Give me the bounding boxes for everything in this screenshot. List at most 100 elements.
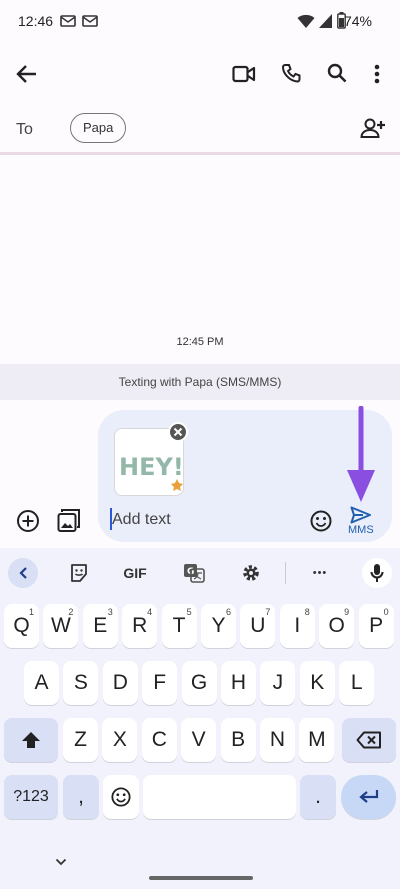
enter-icon bbox=[358, 789, 380, 805]
enter-key[interactable] bbox=[341, 775, 396, 819]
key-q[interactable]: Q1 bbox=[4, 604, 39, 648]
key-label: S bbox=[73, 671, 88, 694]
space-key[interactable] bbox=[143, 775, 296, 819]
key-hint: 9 bbox=[344, 607, 350, 617]
key-i[interactable]: I8 bbox=[279, 604, 315, 648]
backspace-icon bbox=[356, 731, 382, 749]
gif-button[interactable]: GIF bbox=[118, 558, 152, 588]
key-r[interactable]: R4 bbox=[122, 604, 158, 648]
key-o[interactable]: O9 bbox=[319, 604, 355, 648]
key-a[interactable]: A bbox=[24, 661, 59, 705]
emoji-key[interactable] bbox=[103, 775, 139, 819]
sticker-icon[interactable] bbox=[66, 558, 92, 588]
keyboard: GIF G ••• ?123 , . Q1W2E3R4T5Y6U7I8O9P0A… bbox=[0, 548, 400, 889]
settings-icon[interactable] bbox=[238, 558, 264, 588]
key-label: A bbox=[34, 671, 49, 694]
remove-attachment-button[interactable] bbox=[168, 422, 188, 442]
status-time: 12:46 bbox=[18, 13, 54, 29]
key-d[interactable]: D bbox=[102, 661, 138, 705]
key-t[interactable]: T5 bbox=[161, 604, 197, 648]
key-label: J bbox=[272, 671, 284, 694]
key-label: O bbox=[328, 614, 345, 637]
key-hint: 6 bbox=[225, 607, 231, 617]
emoji-icon bbox=[111, 787, 131, 807]
add-attachment-icon[interactable] bbox=[16, 509, 40, 533]
key-label: D bbox=[112, 671, 128, 694]
key-u[interactable]: U7 bbox=[240, 604, 276, 648]
notification-icon bbox=[60, 14, 76, 28]
key-n[interactable]: N bbox=[260, 718, 295, 762]
message-input[interactable]: Add text bbox=[112, 511, 171, 529]
to-label: To bbox=[16, 121, 33, 138]
backspace-key[interactable] bbox=[342, 718, 396, 762]
key-l[interactable]: L bbox=[339, 661, 375, 705]
key-z[interactable]: Z bbox=[63, 718, 98, 762]
key-g[interactable]: G bbox=[181, 661, 217, 705]
phone-call-icon[interactable] bbox=[281, 63, 301, 83]
gallery-icon[interactable] bbox=[57, 508, 81, 534]
send-icon[interactable] bbox=[350, 506, 372, 524]
key-label: Y bbox=[211, 614, 226, 637]
key-label: T bbox=[172, 614, 186, 637]
key-k[interactable]: K bbox=[299, 661, 335, 705]
key-hint: 5 bbox=[186, 607, 192, 617]
voice-input-icon[interactable] bbox=[362, 558, 392, 588]
keyboard-collapse-button[interactable] bbox=[8, 558, 38, 588]
video-call-icon[interactable] bbox=[232, 65, 256, 83]
search-icon[interactable] bbox=[327, 63, 347, 83]
key-e[interactable]: E3 bbox=[82, 604, 118, 648]
key-s[interactable]: S bbox=[63, 661, 99, 705]
more-tools-button[interactable]: ••• bbox=[306, 558, 334, 588]
conversation-timestamp: 12:45 PM bbox=[176, 336, 224, 348]
key-label: E bbox=[93, 614, 108, 637]
more-options-icon[interactable] bbox=[374, 64, 380, 84]
key-label: C bbox=[151, 728, 167, 751]
key-m[interactable]: M bbox=[299, 718, 335, 762]
chevron-down-icon[interactable] bbox=[55, 858, 67, 866]
header-divider bbox=[0, 152, 400, 155]
add-person-icon[interactable] bbox=[360, 118, 386, 138]
back-arrow-icon[interactable] bbox=[16, 64, 38, 84]
key-label: X bbox=[112, 728, 127, 751]
key-c[interactable]: C bbox=[141, 718, 177, 762]
key-label: P bbox=[369, 614, 384, 637]
key-label: N bbox=[269, 728, 286, 751]
comma-key[interactable]: , bbox=[63, 775, 99, 819]
key-h[interactable]: H bbox=[221, 661, 256, 705]
key-label: F bbox=[153, 671, 167, 694]
period-key[interactable]: . bbox=[300, 775, 336, 819]
key-label: G bbox=[190, 671, 208, 694]
recipient-chip[interactable]: Papa bbox=[70, 113, 127, 143]
symbols-key[interactable]: ?123 bbox=[4, 775, 58, 819]
key-b[interactable]: B bbox=[220, 718, 256, 762]
key-p[interactable]: P0 bbox=[358, 604, 394, 648]
key-f[interactable]: F bbox=[142, 661, 178, 705]
key-w[interactable]: W2 bbox=[43, 604, 79, 648]
battery-percent: 74% bbox=[343, 13, 372, 29]
key-label: V bbox=[191, 728, 206, 751]
key-label: W bbox=[50, 614, 71, 637]
signal-icon bbox=[318, 13, 333, 29]
emoji-icon[interactable] bbox=[310, 510, 332, 532]
wifi-icon bbox=[297, 13, 315, 29]
send-mms-label: MMS bbox=[348, 524, 374, 536]
shift-key[interactable] bbox=[4, 718, 58, 762]
key-j[interactable]: J bbox=[260, 661, 296, 705]
notification-icon bbox=[82, 14, 98, 28]
top-app-bar bbox=[0, 44, 400, 106]
key-hint: 1 bbox=[28, 607, 34, 617]
key-hint: 3 bbox=[107, 607, 113, 617]
key-y[interactable]: Y6 bbox=[201, 604, 236, 648]
gesture-handle[interactable] bbox=[149, 876, 253, 880]
key-label: M bbox=[308, 728, 326, 751]
sticker-text: HEY! bbox=[119, 453, 184, 481]
key-hint: 4 bbox=[147, 607, 153, 617]
translate-icon[interactable]: G bbox=[181, 558, 207, 588]
status-bar: 12:46 74% bbox=[0, 0, 400, 44]
key-hint: 7 bbox=[265, 607, 271, 617]
divider bbox=[284, 558, 286, 588]
key-v[interactable]: V bbox=[181, 718, 217, 762]
key-label: L bbox=[350, 671, 363, 694]
key-x[interactable]: X bbox=[102, 718, 138, 762]
key-label: Q bbox=[13, 614, 30, 637]
